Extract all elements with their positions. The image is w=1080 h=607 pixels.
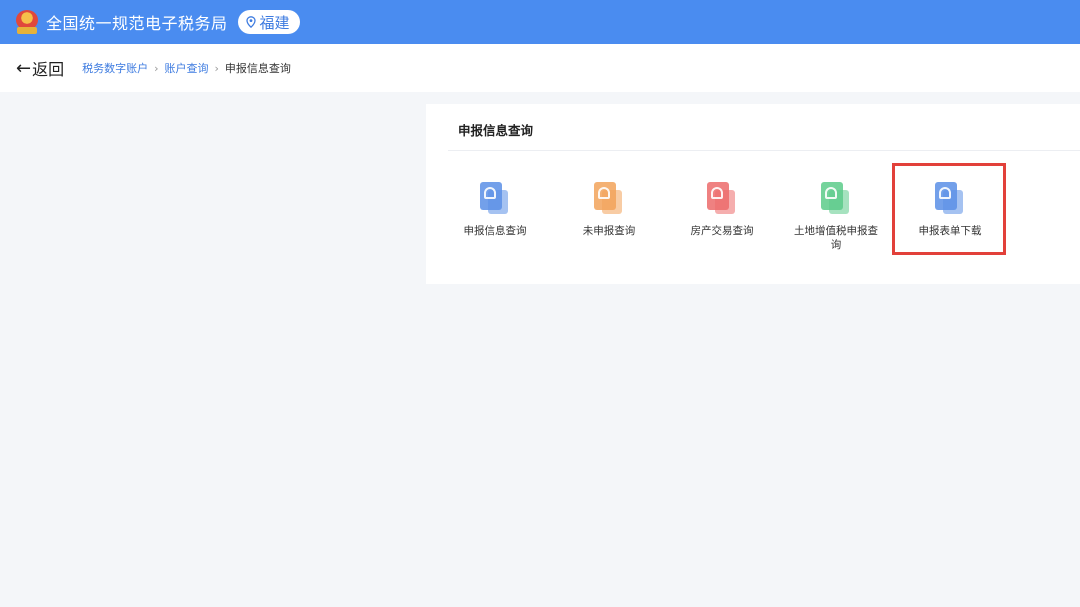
site-title: 全国统一规范电子税务局 bbox=[46, 14, 228, 33]
chevron-right-icon: › bbox=[154, 61, 159, 75]
tile-label: 土地增值税申报查询 bbox=[794, 225, 878, 251]
breadcrumb-item-tax-digital-account[interactable]: 税务数字账户 bbox=[82, 60, 148, 76]
back-button[interactable]: ← 返回 bbox=[16, 56, 64, 80]
document-lock-icon bbox=[594, 182, 624, 216]
tax-emblem-icon bbox=[14, 8, 40, 36]
divider bbox=[448, 150, 1080, 151]
breadcrumb-item-current: 申报信息查询 bbox=[224, 62, 291, 75]
top-header-bar: 全国统一规范电子税务局 福建 bbox=[0, 0, 1080, 44]
document-lock-icon bbox=[707, 182, 737, 216]
card-title: 申报信息查询 bbox=[458, 123, 534, 138]
tile-land-vat-declaration-query[interactable]: 土地增值税申报查询 bbox=[786, 182, 886, 252]
tile-label: 未申报查询 bbox=[582, 225, 636, 237]
tile-undeclared-query[interactable]: 未申报查询 bbox=[559, 182, 659, 238]
region-label: 福建 bbox=[259, 13, 290, 32]
tile-label: 申报信息查询 bbox=[463, 225, 527, 237]
tile-label: 房产交易查询 bbox=[690, 225, 754, 237]
navigation-bar: ← 返回 税务数字账户 › 账户查询 › 申报信息查询 bbox=[0, 44, 1080, 92]
highlight-box bbox=[892, 163, 1006, 255]
tile-declaration-info-query[interactable]: 申报信息查询 bbox=[445, 182, 545, 238]
location-pin-icon bbox=[245, 16, 256, 28]
breadcrumb: 税务数字账户 › 账户查询 › 申报信息查询 bbox=[82, 60, 291, 76]
tile-property-transaction-query[interactable]: 房产交易查询 bbox=[672, 182, 772, 238]
region-selector[interactable]: 福建 bbox=[237, 10, 300, 34]
breadcrumb-item-account-query[interactable]: 账户查询 bbox=[165, 60, 209, 76]
document-lock-icon bbox=[480, 182, 510, 216]
document-lock-icon bbox=[821, 182, 851, 216]
chevron-right-icon: › bbox=[214, 61, 219, 75]
back-label: 返回 bbox=[32, 60, 65, 79]
back-arrow-icon: ← bbox=[16, 57, 32, 79]
